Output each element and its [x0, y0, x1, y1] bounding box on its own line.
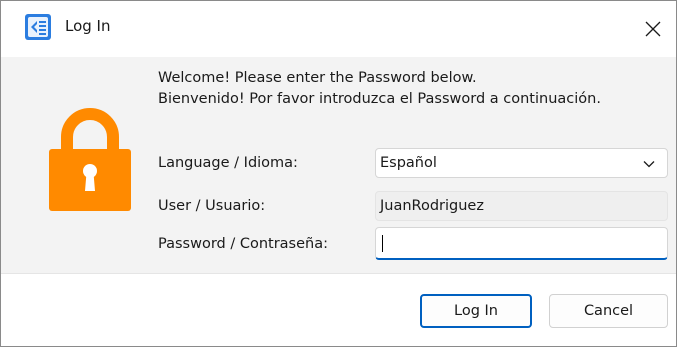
- user-field-value: JuanRodriguez: [380, 198, 484, 214]
- language-label: Language / Idioma:: [158, 155, 298, 171]
- password-field[interactable]: [375, 227, 668, 260]
- text-caret: [382, 234, 383, 252]
- password-label: Password / Contraseña:: [158, 236, 328, 252]
- window-title: Log In: [65, 17, 111, 35]
- button-bar: Log In Cancel: [1, 273, 676, 346]
- welcome-line-english: Welcome! Please enter the Password below…: [158, 70, 477, 86]
- language-select-value: Español: [380, 155, 437, 171]
- login-button[interactable]: Log In: [420, 294, 532, 328]
- close-icon: [645, 21, 661, 37]
- login-dialog: Log In Welcome! Please enter the Passwor…: [0, 0, 677, 347]
- welcome-line-spanish: Bienvenido! Por favor introduzca el Pass…: [158, 91, 601, 107]
- welcome-message: Welcome! Please enter the Password below…: [158, 68, 601, 110]
- content-panel: Welcome! Please enter the Password below…: [1, 57, 676, 273]
- user-field: JuanRodriguez: [375, 191, 668, 221]
- user-label: User / Usuario:: [158, 198, 266, 214]
- close-button[interactable]: [630, 1, 676, 57]
- app-logo-icon: [25, 14, 51, 40]
- cancel-button[interactable]: Cancel: [549, 294, 668, 328]
- title-bar: Log In: [1, 1, 676, 57]
- chevron-down-icon: [643, 161, 655, 168]
- language-select[interactable]: Español: [375, 148, 668, 178]
- lock-icon: [49, 108, 131, 211]
